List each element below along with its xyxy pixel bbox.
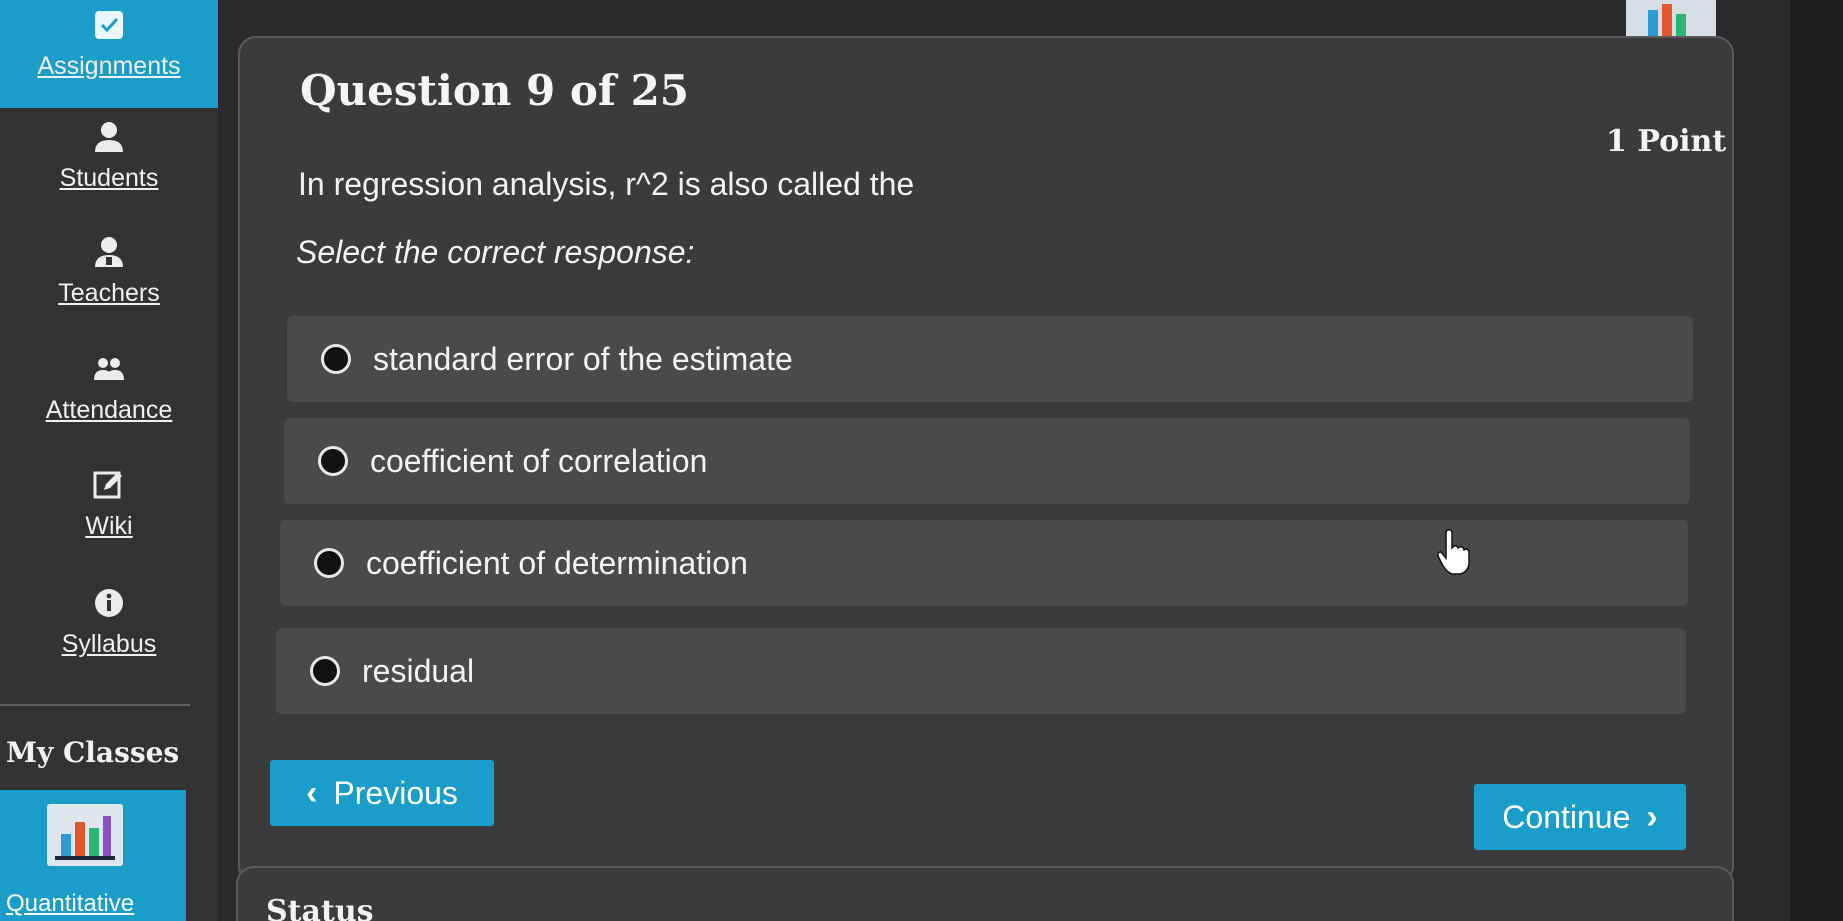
sidebar-item-label: Teachers: [58, 279, 160, 307]
quiz-page: Assignments Students Teachers Attendance…: [0, 0, 1843, 921]
answer-option-label: coefficient of correlation: [370, 442, 708, 479]
answer-option[interactable]: coefficient of correlation: [284, 418, 1690, 504]
sidebar-item-attendance[interactable]: Attendance: [0, 352, 218, 425]
attendance-icon: [94, 358, 124, 380]
previous-button-label: Previous: [333, 774, 458, 811]
status-card: [236, 866, 1734, 921]
assignments-icon: [95, 11, 123, 39]
wiki-edit-icon: [93, 471, 122, 499]
radio-button[interactable]: [310, 656, 340, 686]
info-icon: [95, 589, 123, 617]
previous-button[interactable]: ‹ Previous: [270, 760, 494, 826]
sidebar-item-label: Students: [59, 164, 159, 192]
class-thumbnail-icon: [47, 804, 123, 866]
student-icon: [95, 122, 123, 152]
teacher-icon: [95, 237, 123, 267]
class-label: Quantitative: [6, 890, 135, 917]
sidebar-item-assignments[interactable]: Assignments: [0, 0, 218, 108]
continue-button[interactable]: Continue ›: [1474, 784, 1686, 850]
window-edge: [1790, 0, 1843, 921]
sidebar-item-teachers[interactable]: Teachers: [0, 235, 218, 308]
response-instruction: Select the correct response:: [296, 234, 695, 270]
status-heading: Status: [266, 894, 374, 921]
my-classes-heading: My Classes: [6, 736, 180, 769]
question-title: Question 9 of 25: [300, 66, 690, 115]
radio-button[interactable]: [321, 344, 351, 374]
chevron-left-icon: ‹: [306, 773, 318, 812]
radio-button[interactable]: [318, 446, 348, 476]
sidebar-divider: [0, 704, 190, 706]
class-tile-quantitative[interactable]: Quantitative: [0, 790, 186, 921]
sidebar-item-syllabus[interactable]: Syllabus: [0, 586, 218, 659]
continue-button-label: Continue: [1502, 798, 1631, 835]
radio-button[interactable]: [314, 548, 344, 578]
answer-option[interactable]: coefficient of determination: [280, 520, 1688, 606]
sidebar: Assignments Students Teachers Attendance…: [0, 0, 218, 921]
sidebar-item-wiki[interactable]: Wiki: [0, 468, 218, 541]
hand-cursor-icon: [1437, 529, 1470, 575]
sidebar-item-label: Attendance: [45, 396, 173, 424]
answer-option-label: coefficient of determination: [366, 544, 748, 581]
sidebar-item-students[interactable]: Students: [0, 120, 218, 193]
sidebar-item-label: Assignments: [37, 52, 181, 80]
answer-option-label: residual: [362, 652, 475, 689]
points-badge: 1 Point: [1606, 124, 1727, 159]
sidebar-item-label: Syllabus: [61, 630, 157, 658]
chevron-right-icon: ›: [1646, 797, 1658, 836]
answer-option[interactable]: standard error of the estimate: [287, 316, 1693, 402]
question-text: In regression analysis, r^2 is also call…: [298, 166, 915, 202]
answer-option[interactable]: residual: [276, 628, 1686, 714]
answer-option-label: standard error of the estimate: [373, 340, 793, 377]
sidebar-item-label: Wiki: [85, 512, 133, 540]
